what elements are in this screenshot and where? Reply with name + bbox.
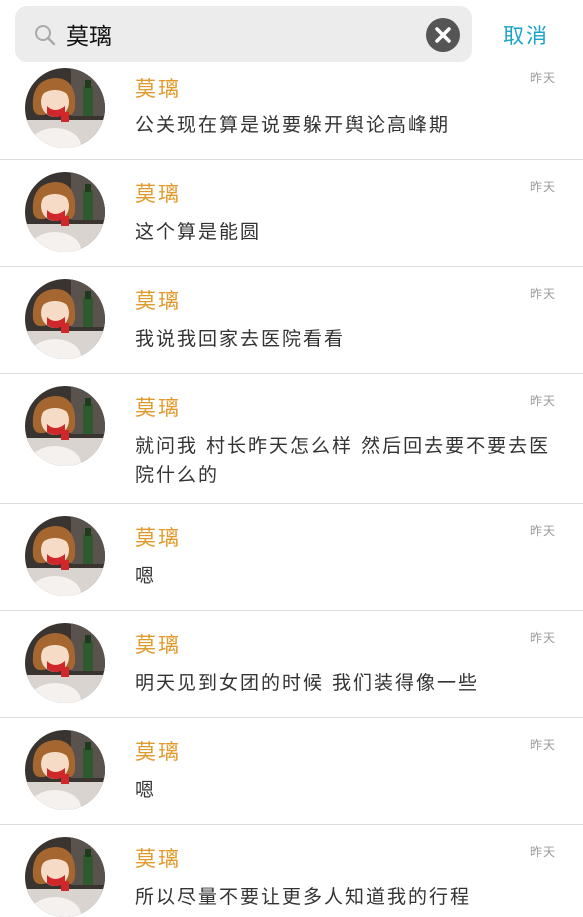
- sender-name: 莫璃: [135, 526, 181, 550]
- result-item[interactable]: 莫璃 昨天 我说我回家去医院看看: [0, 267, 583, 374]
- result-item[interactable]: 莫璃 昨天 所以尽量不要让更多人知道我的行程: [0, 825, 583, 917]
- message-snippet: 就问我 村长昨天怎么样 然后回去要不要去医院什么的: [135, 435, 551, 486]
- avatar: [25, 279, 105, 359]
- timestamp: 昨天: [530, 71, 557, 85]
- avatar: [25, 730, 105, 810]
- search-results-screen: 莫璃 昨天 公关现在算是说要躲开舆论高峰期 莫璃 昨天 这个算是能圆 莫璃 昨天…: [0, 0, 583, 917]
- timestamp: 昨天: [530, 524, 557, 538]
- message-snippet: 嗯: [135, 565, 157, 587]
- message-snippet: 公关现在算是说要躲开舆论高峰期: [135, 114, 451, 136]
- result-item[interactable]: 莫璃 昨天 就问我 村长昨天怎么样 然后回去要不要去医院什么的: [0, 374, 583, 504]
- avatar: [25, 172, 105, 252]
- clear-search-button[interactable]: [426, 18, 460, 52]
- sender-name: 莫璃: [135, 396, 181, 420]
- message-snippet: 我说我回家去医院看看: [135, 328, 346, 350]
- timestamp: 昨天: [530, 180, 557, 194]
- close-icon: [435, 27, 451, 43]
- timestamp: 昨天: [530, 631, 557, 645]
- avatar: [25, 516, 105, 596]
- search-header: 取消: [0, 0, 583, 66]
- sender-name: 莫璃: [135, 182, 181, 206]
- message-snippet: 这个算是能圆: [135, 221, 262, 243]
- result-item[interactable]: 莫璃 昨天 明天见到女团的时候 我们装得像一些: [0, 611, 583, 718]
- message-snippet: 明天见到女团的时候 我们装得像一些: [135, 672, 480, 694]
- timestamp: 昨天: [530, 738, 557, 752]
- search-icon: [34, 24, 56, 46]
- sender-name: 莫璃: [135, 77, 181, 101]
- timestamp: 昨天: [530, 394, 557, 408]
- cancel-button[interactable]: 取消: [503, 20, 549, 50]
- avatar: [25, 386, 105, 466]
- message-snippet: 所以尽量不要让更多人知道我的行程: [135, 886, 472, 908]
- timestamp: 昨天: [530, 845, 557, 859]
- result-item[interactable]: 莫璃 昨天 嗯: [0, 718, 583, 825]
- sender-name: 莫璃: [135, 847, 181, 871]
- message-snippet: 嗯: [135, 779, 157, 801]
- avatar: [25, 623, 105, 703]
- avatar: [25, 68, 105, 148]
- sender-name: 莫璃: [135, 740, 181, 764]
- sender-name: 莫璃: [135, 289, 181, 313]
- avatar: [25, 837, 105, 917]
- result-item[interactable]: 莫璃 昨天 这个算是能圆: [0, 160, 583, 267]
- sender-name: 莫璃: [135, 633, 181, 657]
- search-input[interactable]: [66, 16, 406, 52]
- timestamp: 昨天: [530, 287, 557, 301]
- result-item[interactable]: 莫璃 昨天 嗯: [0, 504, 583, 611]
